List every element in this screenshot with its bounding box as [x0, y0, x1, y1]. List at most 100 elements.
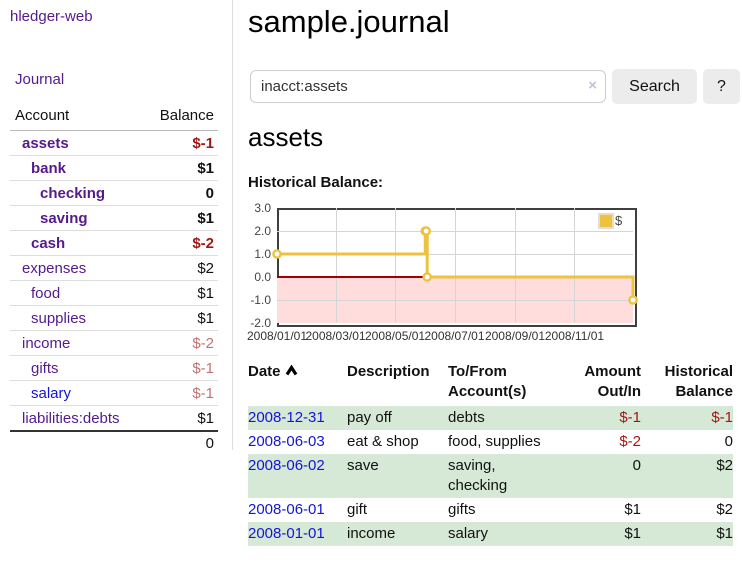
- transaction-date-link[interactable]: 2008-01-01: [248, 525, 325, 542]
- account-balance: $-2: [142, 231, 218, 256]
- account-column-header: Account: [10, 103, 142, 131]
- date-column-header[interactable]: Date: [248, 362, 347, 406]
- transaction-description-cell: income: [347, 522, 448, 546]
- sidebar-item-journal[interactable]: Journal: [15, 71, 64, 88]
- balance-line-layer: [245, 200, 742, 350]
- transaction-date-link[interactable]: 2008-06-03: [248, 433, 325, 450]
- account-balance: $2: [142, 256, 218, 281]
- account-name-cell: food: [10, 281, 142, 306]
- account-row: bank $1: [10, 156, 218, 181]
- app-title-link[interactable]: hledger-web: [10, 8, 93, 25]
- transaction-row: 2008-06-01giftgifts$1$2: [248, 498, 733, 522]
- transaction-date-cell: 2008-12-31: [248, 406, 347, 430]
- chart-label: Historical Balance:: [248, 174, 383, 191]
- data-point: [629, 296, 636, 303]
- account-name-cell: gifts: [10, 356, 142, 381]
- transaction-accounts-cell: food, supplies: [448, 430, 571, 454]
- transaction-date-cell: 2008-06-02: [248, 454, 347, 498]
- transaction-accounts-cell: gifts: [448, 498, 571, 522]
- account-link-gifts[interactable]: gifts: [31, 360, 59, 377]
- transaction-balance-cell: $1: [641, 522, 733, 546]
- account-name-cell: cash: [10, 231, 142, 256]
- account-name-cell: liabilities:debts: [10, 406, 142, 432]
- account-name-cell: income: [10, 331, 142, 356]
- transaction-date-link[interactable]: 2008-12-31: [248, 409, 325, 426]
- account-link-food[interactable]: food: [31, 285, 60, 302]
- spacer: [10, 431, 142, 454]
- balance-column-header: Historical Balance: [641, 362, 733, 406]
- transaction-date-link[interactable]: 2008-06-01: [248, 501, 325, 518]
- account-heading: assets: [248, 122, 323, 153]
- account-row: expenses $2: [10, 256, 218, 281]
- account-row: saving $1: [10, 206, 218, 231]
- account-link-cash[interactable]: cash: [31, 235, 65, 252]
- transaction-accounts-cell: saving, checking: [448, 454, 571, 498]
- amount-column-header: Amount Out/In: [571, 362, 641, 406]
- data-point: [424, 273, 431, 280]
- help-button[interactable]: ?: [703, 69, 740, 104]
- transaction-date-link[interactable]: 2008-06-02: [248, 457, 325, 474]
- account-row: gifts $-1: [10, 356, 218, 381]
- account-link-saving[interactable]: saving: [40, 210, 88, 227]
- transaction-description-cell: gift: [347, 498, 448, 522]
- transactions-table: Date Description To/From Account(s) Amou…: [248, 362, 733, 546]
- account-name-cell: bank: [10, 156, 142, 181]
- account-table-body: assets$-1bank$1checking0saving$1cash$-2e…: [10, 131, 218, 432]
- account-balance: $1: [142, 306, 218, 331]
- transaction-description-cell: eat & shop: [347, 430, 448, 454]
- account-row: food$1: [10, 281, 218, 306]
- account-balance: $1: [142, 156, 218, 181]
- account-balance: $-1: [142, 381, 218, 406]
- account-balance: $1: [142, 406, 218, 432]
- account-link-liabilities-debts[interactable]: liabilities:debts: [22, 410, 120, 427]
- accounts-total-balance: 0: [142, 431, 218, 454]
- account-name-cell: checking: [10, 181, 142, 206]
- balance-column-header: Balance: [142, 103, 218, 131]
- transaction-row: 2008-01-01incomesalary$1$1: [248, 522, 733, 546]
- accounts-total-row: 0: [10, 431, 218, 454]
- search-input[interactable]: [250, 70, 606, 103]
- transaction-balance-cell: 0: [641, 430, 733, 454]
- transactions-header-row: Date Description To/From Account(s) Amou…: [248, 362, 733, 406]
- clear-search-icon[interactable]: ×: [588, 77, 597, 95]
- account-row: income $-2: [10, 331, 218, 356]
- account-link-bank[interactable]: bank: [31, 160, 66, 177]
- transaction-row: 2008-12-31pay offdebts$-1$-1: [248, 406, 733, 430]
- search-button[interactable]: Search: [612, 69, 697, 104]
- transaction-accounts-cell: salary: [448, 522, 571, 546]
- account-link-checking[interactable]: checking: [40, 185, 105, 202]
- account-link-expenses[interactable]: expenses: [22, 260, 86, 277]
- account-balance: $1: [142, 206, 218, 231]
- transaction-date-cell: 2008-06-03: [248, 430, 347, 454]
- data-point: [423, 227, 430, 234]
- account-row: checking0: [10, 181, 218, 206]
- transaction-row: 2008-06-03 eat & shopfood, supplies$-20: [248, 430, 733, 454]
- account-balance: $-2: [142, 331, 218, 356]
- account-link-supplies[interactable]: supplies: [31, 310, 86, 327]
- account-link-income[interactable]: income: [22, 335, 70, 352]
- account-balance: $-1: [142, 356, 218, 381]
- transactions-table-body: 2008-12-31pay offdebts$-1$-12008-06-03ea…: [248, 406, 733, 546]
- hledger-web-app: hledger-web Journal Account Balance asse…: [0, 0, 742, 582]
- transaction-row: 2008-06-02savesaving, checking0$2: [248, 454, 733, 498]
- transaction-amount-cell: $1: [571, 498, 641, 522]
- transaction-date-cell: 2008-01-01: [248, 522, 347, 546]
- account-name-cell: assets: [10, 131, 142, 156]
- transaction-description-cell: pay off: [347, 406, 448, 430]
- account-name-cell: supplies: [10, 306, 142, 331]
- transaction-balance-cell: $2: [641, 454, 733, 498]
- data-point: [273, 250, 280, 257]
- account-link-assets[interactable]: assets: [22, 135, 69, 152]
- transaction-description-cell: save: [347, 454, 448, 498]
- search-field-wrap: ×: [250, 70, 606, 103]
- account-row: cash $-2: [10, 231, 218, 256]
- sidebar-divider: [232, 0, 233, 450]
- description-column-header: Description: [347, 362, 448, 406]
- page-title: sample.journal: [248, 4, 450, 40]
- account-name-cell: expenses: [10, 256, 142, 281]
- account-row: assets$-1: [10, 131, 218, 156]
- account-name-cell: salary: [10, 381, 142, 406]
- account-link-salary[interactable]: salary: [31, 385, 71, 402]
- account-row: salary $-1: [10, 381, 218, 406]
- transaction-amount-cell: $-2: [571, 430, 641, 454]
